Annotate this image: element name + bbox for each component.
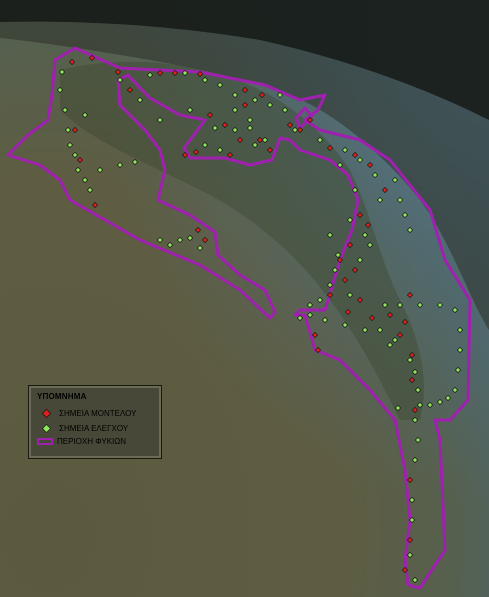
legend-item-area: ΠΕΡΙΟΧΗ ΦΥΚΙΩΝ [37, 437, 126, 446]
red-diamond-icon [37, 408, 55, 418]
map-canvas [0, 0, 489, 597]
legend-title: ΥΠΟΜΝΗΜΑ [37, 392, 87, 401]
legend-item-model: ΣΗΜΕΙΑ ΜΟΝΤΕΛΟΥ [37, 408, 136, 418]
purple-outline-icon [37, 438, 53, 445]
legend-label-area: ΠΕΡΙΟΧΗ ΦΥΚΙΩΝ [57, 437, 127, 446]
legend-label-model: ΣΗΜΕΙΑ ΜΟΝΤΕΛΟΥ [59, 408, 137, 418]
legend-label-control: ΣΗΜΕΙΑ ΕΛΕΓΧΟΥ [59, 423, 129, 433]
map-legend: ΥΠΟΜΝΗΜΑ ΣΗΜΕΙΑ ΜΟΝΤΕΛΟΥ ΣΗΜΕΙΑ ΕΛΕΓΧΟΥ … [28, 385, 162, 459]
legend-item-control: ΣΗΜΕΙΑ ΕΛΕΓΧΟΥ [37, 423, 128, 433]
green-diamond-icon [37, 423, 55, 433]
